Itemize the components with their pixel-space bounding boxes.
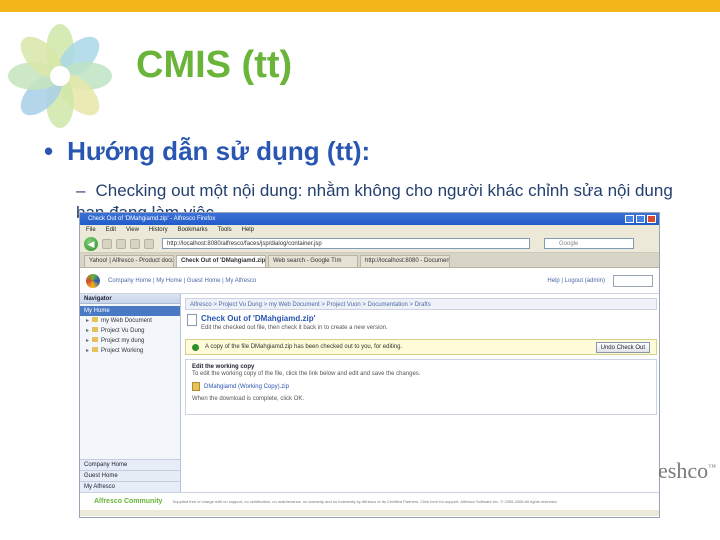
minimize-icon[interactable] (625, 215, 634, 223)
help-logout-link[interactable]: Help | Logout (admin) (547, 278, 605, 284)
tab-document-info[interactable]: http://localhost:8080 - Document Info (360, 255, 450, 267)
alfresco-header: Company Home | My Home | Guest Home | My… (80, 268, 659, 294)
reload-icon[interactable] (116, 238, 126, 249)
menu-file[interactable]: File (86, 225, 96, 235)
tab-strip: Yahoo! | Alfresco - Product documentatio… (80, 253, 659, 268)
menu-history[interactable]: History (149, 225, 168, 235)
zip-file-icon (192, 382, 200, 391)
tree-item[interactable]: ▸ Project Working (80, 346, 180, 356)
expand-icon[interactable]: ▸ (86, 328, 89, 334)
back-icon[interactable]: ◀ (84, 236, 98, 251)
window-controls (625, 215, 656, 223)
nav-my-alfresco[interactable]: My Alfresco (80, 481, 180, 492)
tree-item-label: Project Vu Dung (101, 328, 145, 334)
navigation-toolbar: ◀ http://localhost:8080/alfresco/faces/j… (80, 235, 659, 253)
menu-view[interactable]: View (126, 225, 139, 235)
tab-google[interactable]: Web search - Google Tìm (268, 255, 358, 267)
forward-icon[interactable] (102, 238, 112, 249)
alfresco-logo-icon (86, 273, 100, 288)
status-bar (80, 510, 659, 516)
main-content: Alfresco > Project Vu Dung > my Web Docu… (181, 294, 659, 492)
info-icon (192, 343, 199, 351)
page-header: Check Out of 'DMahgiamd.zip' Edit the ch… (185, 310, 657, 335)
navigator-footer: Company Home Guest Home My Alfresco (80, 459, 180, 492)
nav-root-my-home[interactable]: My Home (80, 306, 180, 316)
document-icon (187, 314, 197, 326)
page-title: Check Out of 'DMahgiamd.zip' (201, 314, 316, 323)
window-title: Check Out of 'DMahgiamd.zip' - Alfresco … (88, 216, 216, 222)
info-message-text: A copy of the file DMahgiamd.zip has bee… (205, 344, 403, 350)
window-titlebar: Check Out of 'DMahgiamd.zip' - Alfresco … (80, 213, 659, 225)
expand-icon[interactable]: ▸ (86, 338, 89, 344)
menu-bookmarks[interactable]: Bookmarks (178, 225, 208, 235)
edit-description: To edit the working copy of the file, cl… (192, 371, 421, 377)
folder-icon (92, 327, 99, 332)
tree-item[interactable]: ▸ Project my dung (80, 336, 180, 346)
breadcrumb[interactable]: Alfresco > Project Vu Dung > my Web Docu… (185, 298, 657, 310)
alfresco-community-logo: Alfresco Community (94, 498, 163, 505)
search-input[interactable]: Google (544, 238, 634, 249)
download-hint: When the download is complete, click OK. (192, 396, 305, 402)
home-icon[interactable] (144, 238, 154, 249)
header-links[interactable]: Company Home | My Home | Guest Home | My… (108, 278, 539, 284)
working-copy-link[interactable]: DMahgiamd (Working Copy).zip (204, 384, 289, 390)
eshco-brand: eshco™ (658, 458, 716, 484)
slide-title: CMIS (tt) (136, 44, 293, 86)
footer-text: Supplied free of charge with no support,… (172, 499, 558, 504)
tree-item[interactable]: ▸ Project Vu Dung (80, 326, 180, 336)
tab-yahoo[interactable]: Yahoo! | Alfresco - Product documentatio… (84, 255, 174, 267)
tab-check-out[interactable]: Check Out of 'DMahgiamd.zip' (176, 255, 266, 267)
folder-icon (92, 347, 99, 352)
navigator-title: Navigator (80, 294, 180, 304)
expand-icon[interactable]: ▸ (86, 348, 89, 354)
menu-edit[interactable]: Edit (106, 225, 116, 235)
working-copy-row: DMahgiamd (Working Copy).zip (192, 382, 650, 391)
nav-company-home[interactable]: Company Home (80, 459, 180, 470)
alfresco-search-input[interactable] (613, 274, 653, 287)
menu-help[interactable]: Help (242, 225, 254, 235)
alfresco-footer: Alfresco Community Supplied free of char… (80, 492, 659, 510)
undo-check-out-button[interactable]: Undo Check Out (595, 342, 650, 353)
stop-icon[interactable] (130, 238, 140, 249)
edit-heading: Edit the working copy (192, 364, 255, 370)
trademark-mark: ™ (708, 462, 716, 472)
bullet-marker: • (44, 136, 54, 166)
expand-icon[interactable]: ▸ (86, 318, 89, 324)
url-input[interactable]: http://localhost:8080/alfresco/faces/jsp… (162, 238, 530, 249)
maximize-icon[interactable] (636, 215, 645, 223)
menu-bar: File Edit View History Bookmarks Tools H… (80, 225, 659, 235)
page-description: Edit the checked out file, then check it… (201, 325, 388, 331)
bullet-level-1-text: Hướng dẫn sử dụng (tt): (67, 136, 371, 166)
navigator-panel: Navigator My Home ▸ my Web Document ▸ Proj… (80, 294, 181, 492)
flower-logo-icon (8, 24, 112, 128)
tree-item-label: Project Working (101, 348, 144, 354)
tree-item[interactable]: ▸ my Web Document (80, 316, 180, 326)
alfresco-body: Navigator My Home ▸ my Web Document ▸ Proj… (80, 294, 659, 492)
edit-working-copy-panel: Edit the working copy To edit the workin… (185, 359, 657, 415)
info-message: A copy of the file DMahgiamd.zip has bee… (185, 339, 657, 355)
folder-icon (92, 317, 99, 322)
tree-item-label: my Web Document (101, 318, 152, 324)
nav-guest-home[interactable]: Guest Home (80, 470, 180, 481)
tree-item-label: Project my dung (101, 338, 145, 344)
eshco-brand-text: eshco (658, 458, 709, 483)
accent-bar (0, 0, 720, 12)
close-icon[interactable] (647, 215, 656, 223)
bullet-dash-marker: – (76, 181, 86, 200)
bullet-level-1: • Hướng dẫn sử dụng (tt): (44, 136, 370, 167)
menu-tools[interactable]: Tools (218, 225, 232, 235)
browser-screenshot: Check Out of 'DMahgiamd.zip' - Alfresco … (79, 212, 660, 518)
folder-icon (92, 337, 99, 342)
